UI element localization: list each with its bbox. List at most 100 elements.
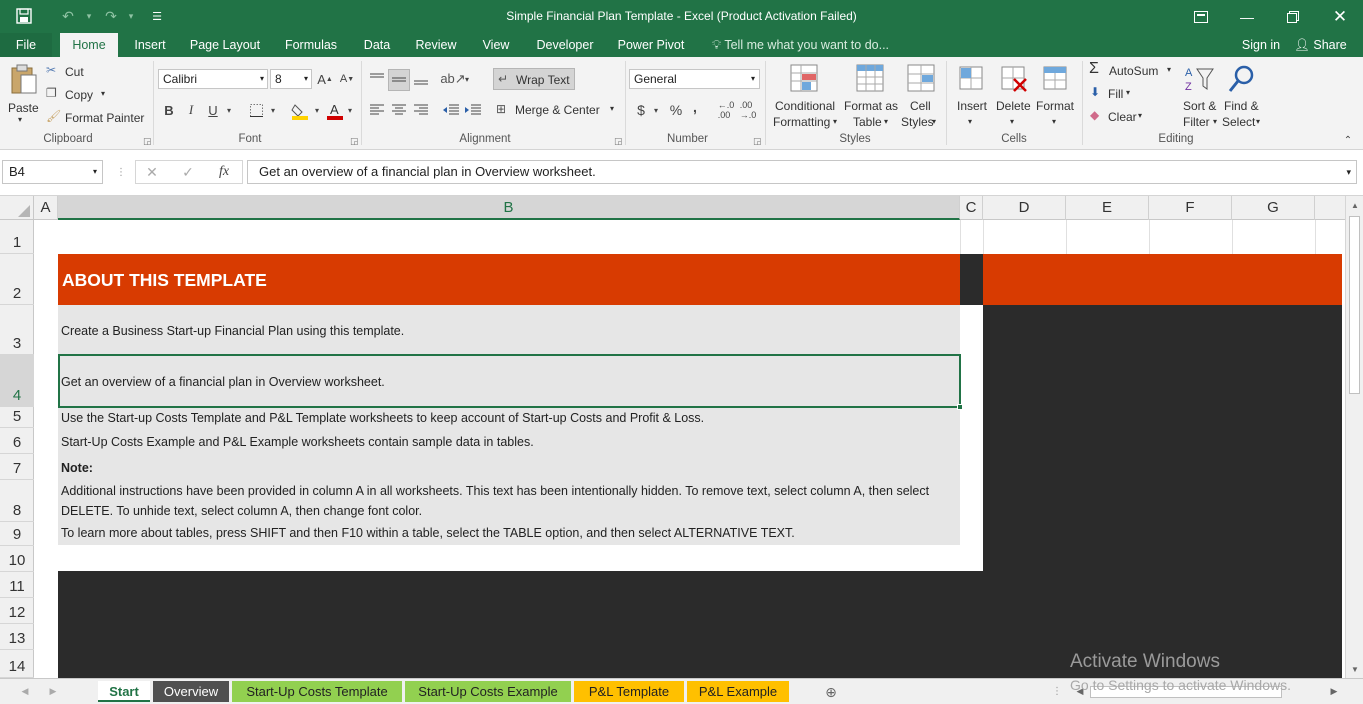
tab-page-layout[interactable]: Page Layout [184,33,266,57]
sheet-tab-start[interactable]: Start [98,681,150,702]
underline-button[interactable]: U [204,100,222,120]
scroll-up-icon[interactable]: ▲ [1348,198,1362,212]
align-top-icon[interactable] [367,69,387,89]
bold-button[interactable]: B [160,100,178,120]
sheet-tab-startup-costs-template[interactable]: Start-Up Costs Template [232,681,402,702]
scroll-tabs-right-icon[interactable]: ▶ [46,683,60,699]
tab-home[interactable]: Home [60,33,118,57]
cancel-entry-icon[interactable]: ✕ [142,163,162,181]
tab-insert[interactable]: Insert [126,33,174,57]
increase-indent-icon[interactable] [463,100,483,120]
restore-button[interactable] [1270,0,1316,33]
cell-styles-button[interactable]: Cell Styles ▾ [898,61,942,131]
column-c-cells[interactable] [960,305,983,571]
confirm-entry-icon[interactable]: ✓ [178,163,198,181]
decrease-decimal-icon[interactable]: .00 →.0 [738,100,758,120]
increase-decimal-icon[interactable]: ←.0.00 [716,100,736,120]
hscroll-right-icon[interactable]: ▶ [1327,684,1341,698]
decrease-font-size-icon[interactable]: A ▼ [338,70,356,88]
row-header[interactable]: 1 [0,220,34,254]
font-color-icon[interactable]: A [324,100,346,122]
decrease-indent-icon[interactable] [441,100,461,120]
row-header[interactable]: 5 [0,407,34,428]
format-cells-button[interactable]: Format ▾ [1034,61,1078,131]
align-right-icon[interactable] [411,100,431,120]
formula-bar-grip-icon[interactable]: ⋮ [116,166,126,178]
font-color-dropdown-icon[interactable]: ▾ [345,101,355,119]
insert-function-icon[interactable]: fx [214,163,234,181]
tab-developer[interactable]: Developer [531,33,599,57]
share-button[interactable]: 👤︎ Share [1294,33,1350,57]
fill-color-dropdown-icon[interactable]: ▾ [312,101,322,119]
column-header-h[interactable] [1315,196,1345,220]
clipboard-launcher-icon[interactable]: ◲ [143,136,152,147]
row-header[interactable]: 13 [0,624,34,650]
row-header[interactable]: 6 [0,428,34,454]
delete-cells-button[interactable]: Delete ▾ [994,61,1034,131]
sign-in-link[interactable]: Sign in [1236,33,1286,57]
tab-power-pivot[interactable]: Power Pivot [613,33,689,57]
sheet-tab-pl-template[interactable]: P&L Template [574,681,684,702]
column-header-d[interactable]: D [983,196,1066,220]
row-header[interactable]: 9 [0,522,34,546]
tab-data[interactable]: Data [356,33,398,57]
ribbon-display-icon[interactable] [1178,0,1224,33]
borders-dropdown-icon[interactable]: ▾ [268,101,278,119]
row-header[interactable]: 14 [0,650,34,678]
name-box[interactable]: B4 ▾ [2,160,103,184]
row-header[interactable]: 11 [0,572,34,598]
tab-file[interactable]: File [0,33,52,57]
font-size-select[interactable]: 8 ▾ [270,69,312,89]
scroll-down-icon[interactable]: ▼ [1348,662,1362,676]
alignment-launcher-icon[interactable]: ◲ [614,136,623,147]
add-sheet-icon[interactable]: ⊕ [822,683,840,701]
format-as-table-button[interactable]: Format as Table ▾ [842,61,900,131]
number-format-select[interactable]: General ▾ [629,69,760,89]
comma-button[interactable]: , [689,97,701,117]
percent-button[interactable]: % [667,100,685,120]
header-cell-d2[interactable] [983,254,1342,305]
row-header[interactable]: 7 [0,454,34,480]
paste-button[interactable]: Paste ▾ [5,61,39,129]
sort-filter-button[interactable]: A Z Sort & Filter ▾ [1180,61,1220,131]
close-button[interactable]: ✕ [1317,0,1363,33]
sheet-tab-startup-costs-example[interactable]: Start-Up Costs Example [405,681,571,702]
formula-input[interactable]: Get an overview of a financial plan in O… [247,160,1357,184]
tab-review[interactable]: Review [410,33,462,57]
row-header[interactable]: 10 [0,546,34,572]
column-header-g[interactable]: G [1232,196,1315,220]
column-header-c[interactable]: C [960,196,983,220]
orientation-icon[interactable]: ab↗ [440,69,465,89]
align-bottom-icon[interactable] [411,69,431,89]
orientation-dropdown-icon[interactable]: ▾ [462,70,472,88]
sheet-tab-overview[interactable]: Overview [153,681,229,702]
header-cell-c2[interactable] [960,254,983,305]
currency-dropdown-icon[interactable]: ▾ [651,101,661,119]
align-left-icon[interactable] [367,100,387,120]
tell-me-search[interactable]: 💡︎ Tell me what you want to do... [712,33,889,57]
format-painter-button[interactable]: 🖌︎ Format Painter [46,109,146,127]
insert-cells-button[interactable]: Insert ▾ [952,61,992,131]
increase-font-size-icon[interactable]: A ▲ [316,70,334,88]
tab-formulas[interactable]: Formulas [279,33,343,57]
align-center-icon[interactable] [389,100,409,120]
collapse-ribbon-icon[interactable]: ⌃ [1340,133,1356,147]
tab-split-grip-icon[interactable]: ⋮ [1052,683,1062,699]
clear-button[interactable]: ◆ Clear ▾ [1090,108,1150,126]
select-all-corner[interactable] [0,196,34,220]
font-launcher-icon[interactable]: ◲ [350,136,359,147]
tab-view[interactable]: View [474,33,518,57]
column-header-e[interactable]: E [1066,196,1149,220]
currency-button[interactable]: $ [633,100,649,120]
fill-color-icon[interactable] [289,100,311,122]
underline-dropdown-icon[interactable]: ▾ [224,101,234,119]
row-header[interactable]: 12 [0,598,34,624]
scroll-tabs-left-icon[interactable]: ◀ [18,683,32,699]
column-header-f[interactable]: F [1149,196,1232,220]
merge-center-button[interactable]: ⊞ Merge & Center ▾ [496,100,622,120]
autosum-button[interactable]: Σ AutoSum ▾ [1089,60,1181,80]
copy-button[interactable]: ❐ Copy ▾ [46,86,116,104]
vertical-scrollbar[interactable]: ▲ ▼ [1345,196,1363,678]
cut-button[interactable]: ✂ Cut [46,63,106,81]
align-middle-icon[interactable] [388,69,410,91]
